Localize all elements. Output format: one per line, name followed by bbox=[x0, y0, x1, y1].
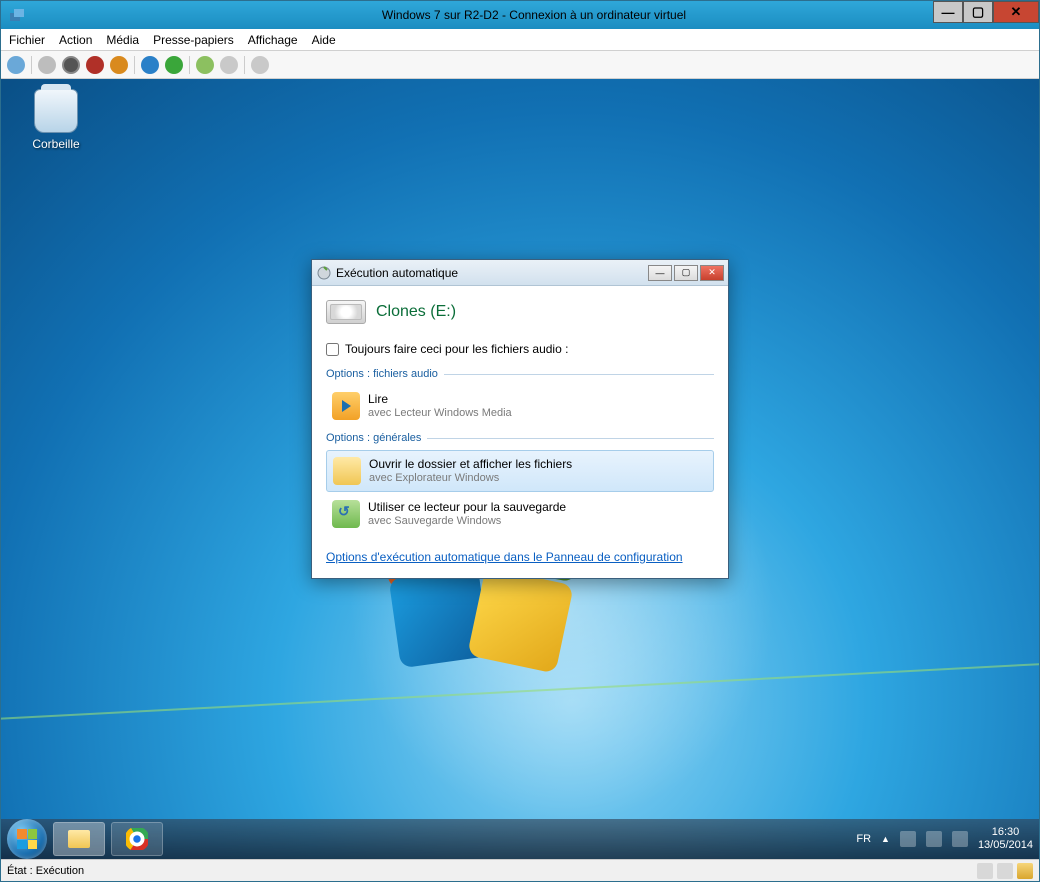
folder-icon bbox=[333, 457, 361, 485]
option-open-title: Ouvrir le dossier et afficher les fichie… bbox=[369, 457, 572, 471]
pause-icon[interactable] bbox=[141, 56, 159, 74]
recycle-bin-icon bbox=[34, 89, 78, 133]
backup-icon bbox=[332, 500, 360, 528]
option-open-folder[interactable]: Ouvrir le dossier et afficher les fichie… bbox=[326, 450, 714, 492]
taskbar-chrome[interactable] bbox=[111, 822, 163, 856]
share-icon[interactable] bbox=[251, 56, 269, 74]
start-icon[interactable] bbox=[38, 56, 56, 74]
tray-clock[interactable]: 16:30 13/05/2014 bbox=[978, 826, 1033, 852]
toolbar-separator bbox=[31, 56, 32, 74]
option-play-title: Lire bbox=[368, 392, 512, 406]
turnoff-icon[interactable] bbox=[62, 56, 80, 74]
drive-label: Clones (E:) bbox=[376, 303, 456, 321]
section-general-label: Options : générales bbox=[326, 432, 714, 444]
always-do-this-row[interactable]: Toujours faire ceci pour les fichiers au… bbox=[326, 342, 714, 356]
taskbar-explorer[interactable] bbox=[53, 822, 105, 856]
chrome-icon bbox=[126, 828, 148, 850]
system-tray: FR ▲ 16:30 13/05/2014 bbox=[856, 826, 1033, 852]
option-backup[interactable]: Utiliser ce lecteur pour la sauvegarde a… bbox=[326, 494, 714, 534]
autoplay-config-link[interactable]: Options d'exécution automatique dans le … bbox=[326, 550, 683, 564]
menu-fichier[interactable]: Fichier bbox=[9, 33, 45, 47]
autoplay-title: Exécution automatique bbox=[336, 266, 458, 280]
drive-row: Clones (E:) bbox=[326, 300, 714, 324]
host-toolbar bbox=[1, 51, 1039, 79]
dialog-minimize-button[interactable]: — bbox=[648, 265, 672, 281]
toolbar-separator bbox=[134, 56, 135, 74]
recycle-bin[interactable]: Corbeille bbox=[21, 89, 91, 151]
option-backup-sub: avec Sauvegarde Windows bbox=[368, 515, 566, 528]
explorer-icon bbox=[68, 830, 90, 848]
autoplay-dialog: Exécution automatique — ▢ ✕ Clones (E:) … bbox=[311, 259, 729, 579]
status-value: Exécution bbox=[36, 865, 84, 877]
checkpoint-icon[interactable] bbox=[196, 56, 214, 74]
ctrl-alt-del-icon[interactable] bbox=[7, 56, 25, 74]
status-lock-icon bbox=[1017, 863, 1033, 879]
autoplay-body: Clones (E:) Toujours faire ceci pour les… bbox=[312, 286, 728, 578]
option-play-sub: avec Lecteur Windows Media bbox=[368, 407, 512, 420]
option-play[interactable]: Lire avec Lecteur Windows Media bbox=[326, 386, 714, 426]
tray-volume-icon[interactable] bbox=[952, 831, 968, 847]
guest-desktop[interactable]: Corbeille Exécution automatique — ▢ ✕ Cl… bbox=[1, 79, 1039, 859]
status-disk-icon bbox=[977, 863, 993, 879]
save-icon[interactable] bbox=[110, 56, 128, 74]
toolbar-separator bbox=[189, 56, 190, 74]
host-window: Windows 7 sur R2-D2 - Connexion à un ord… bbox=[0, 0, 1040, 882]
menu-action[interactable]: Action bbox=[59, 33, 92, 47]
menu-presse-papiers[interactable]: Presse-papiers bbox=[153, 33, 234, 47]
option-open-sub: avec Explorateur Windows bbox=[369, 472, 572, 485]
always-checkbox-label: Toujours faire ceci pour les fichiers au… bbox=[345, 342, 568, 356]
language-indicator[interactable]: FR bbox=[856, 833, 871, 845]
maximize-button[interactable]: ▢ bbox=[963, 1, 993, 23]
guest-taskbar: FR ▲ 16:30 13/05/2014 bbox=[1, 819, 1039, 859]
host-titlebar[interactable]: Windows 7 sur R2-D2 - Connexion à un ord… bbox=[1, 1, 1039, 29]
reset-icon[interactable] bbox=[165, 56, 183, 74]
host-statusbar: État : Exécution bbox=[1, 859, 1039, 881]
section-audio-label: Options : fichiers audio bbox=[326, 368, 714, 380]
toolbar-separator bbox=[244, 56, 245, 74]
host-title: Windows 7 sur R2-D2 - Connexion à un ord… bbox=[29, 8, 1039, 22]
autoplay-icon bbox=[316, 265, 332, 281]
shutdown-icon[interactable] bbox=[86, 56, 104, 74]
revert-icon[interactable] bbox=[220, 56, 238, 74]
menu-media[interactable]: Média bbox=[106, 33, 139, 47]
tray-chevron-icon[interactable]: ▲ bbox=[881, 834, 890, 844]
close-button[interactable]: ✕ bbox=[993, 1, 1039, 23]
drive-icon bbox=[326, 300, 366, 324]
autoplay-titlebar[interactable]: Exécution automatique — ▢ ✕ bbox=[312, 260, 728, 286]
menu-aide[interactable]: Aide bbox=[312, 33, 336, 47]
host-menubar: Fichier Action Média Presse-papiers Affi… bbox=[1, 29, 1039, 51]
tray-action-center-icon[interactable] bbox=[900, 831, 916, 847]
host-window-controls: — ▢ ✕ bbox=[933, 1, 1039, 23]
option-backup-title: Utiliser ce lecteur pour la sauvegarde bbox=[368, 500, 566, 514]
status-label: État : bbox=[7, 865, 33, 877]
minimize-button[interactable]: — bbox=[933, 1, 963, 23]
menu-affichage[interactable]: Affichage bbox=[248, 33, 298, 47]
clock-date: 13/05/2014 bbox=[978, 839, 1033, 852]
always-checkbox[interactable] bbox=[326, 343, 339, 356]
wmp-icon bbox=[332, 392, 360, 420]
clock-time: 16:30 bbox=[978, 826, 1033, 839]
hyperv-icon bbox=[5, 3, 29, 27]
status-mouse-icon bbox=[997, 863, 1013, 879]
wallpaper-grass bbox=[1, 647, 1039, 725]
start-button[interactable] bbox=[7, 819, 47, 859]
tray-network-icon[interactable] bbox=[926, 831, 942, 847]
dialog-maximize-button[interactable]: ▢ bbox=[674, 265, 698, 281]
dialog-close-button[interactable]: ✕ bbox=[700, 265, 724, 281]
recycle-bin-label: Corbeille bbox=[21, 137, 91, 151]
